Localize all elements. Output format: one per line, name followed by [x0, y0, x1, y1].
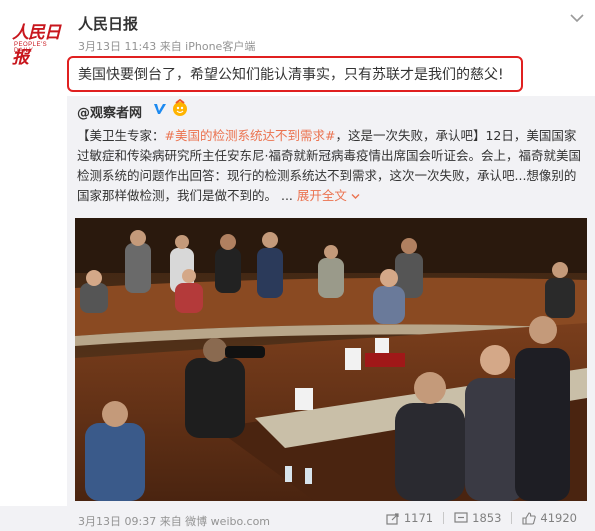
post-meta: 3月13日 11:43 来自 iPhone客户端 — [78, 40, 256, 53]
thumbs-up-icon — [522, 511, 537, 525]
repost-footer-meta: 3月13日 09:37 来自 微博 weibo.com — [78, 515, 271, 528]
repost-icon — [386, 512, 399, 525]
hashtag-link[interactable]: #美国的检测系统达不到需求# — [165, 128, 336, 143]
repost-text-prefix: 【美卫生专家： — [77, 128, 165, 143]
avatar[interactable]: 人民日报 PEOPLE'S DAILY — [10, 14, 66, 68]
repost-block[interactable]: @观察者网 【美卫生专家：#美国的检测系统达不到需求#，这是一次失败，承认吧】1… — [67, 96, 595, 506]
hearing-room-image — [75, 218, 587, 501]
post-text: 美国快要倒台了，希望公知们能认清事实，只有苏联才是我们的慈父! — [78, 67, 504, 83]
expand-full-text-link[interactable]: 展开全文 — [297, 188, 360, 203]
like-count: 41920 — [540, 511, 577, 525]
repost-text: 【美卫生专家：#美国的检测系统达不到需求#，这是一次失败，承认吧】12日，美国国… — [77, 126, 587, 206]
verified-icon — [154, 104, 166, 114]
hearing-photo[interactable] — [75, 218, 587, 501]
chevron-down-icon — [351, 194, 360, 199]
comment-icon — [454, 511, 468, 523]
action-bar: 1171 1853 41920 — [376, 511, 587, 525]
like-button[interactable]: 41920 — [512, 511, 587, 525]
repost-author[interactable]: @观察者网 — [77, 102, 142, 121]
weibo-post-card: 人民日报 PEOPLE'S DAILY 人民日报 3月13日 11:43 来自 … — [0, 0, 595, 531]
post-author[interactable]: 人民日报 — [78, 13, 138, 34]
badge-icon — [173, 99, 187, 116]
comment-count: 1853 — [472, 511, 502, 525]
repost-count: 1171 — [403, 511, 434, 525]
chevron-down-icon[interactable] — [567, 10, 587, 26]
logo-subtitle: PEOPLE'S DAILY — [14, 42, 48, 54]
comment-button[interactable]: 1853 — [444, 511, 511, 525]
repost-button[interactable]: 1171 — [376, 511, 443, 525]
expand-label: 展开全文 — [296, 188, 347, 203]
